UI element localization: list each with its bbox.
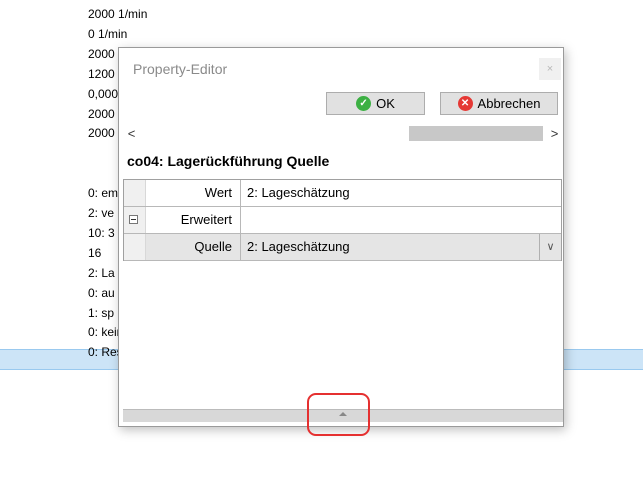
background-list-item[interactable]: 10: 3: [88, 224, 115, 242]
close-button[interactable]: ×: [539, 58, 561, 80]
background-list-item[interactable]: 2000 1/min: [88, 5, 147, 23]
row-gutter: [124, 207, 146, 233]
background-list-item[interactable]: 0 1/min: [88, 25, 127, 43]
background-list-item[interactable]: 2: ve: [88, 204, 114, 222]
quelle-dropdown[interactable]: 2: Lageschätzung ∨: [241, 234, 561, 260]
property-editor-dialog: Property-Editor × ✓ OK ✕ Abbrechen < > c…: [118, 47, 564, 427]
background-list-item[interactable]: 1: sp: [88, 304, 114, 322]
scroll-right-icon[interactable]: >: [546, 125, 563, 142]
background-list-item[interactable]: 2000: [88, 105, 115, 123]
row-gutter: [124, 180, 146, 206]
property-grid: Wert 2: Lageschätzung Erweitert Quelle 2…: [123, 179, 562, 261]
background-list-item[interactable]: 0: au: [88, 284, 115, 302]
collapse-icon[interactable]: [129, 215, 138, 224]
background-list-item[interactable]: 2000: [88, 45, 115, 63]
chevron-down-icon[interactable]: ∨: [539, 234, 561, 260]
background-list-item[interactable]: 0: em: [88, 184, 118, 202]
scroll-left-icon[interactable]: <: [123, 125, 140, 142]
background-list-item[interactable]: 16: [88, 244, 101, 262]
horizontal-scrollbar[interactable]: < >: [123, 125, 563, 142]
background-list-item[interactable]: 2000: [88, 124, 115, 142]
ok-label: OK: [376, 96, 395, 111]
property-row-quelle[interactable]: Quelle 2: Lageschätzung ∨: [124, 234, 561, 261]
cancel-label: Abbrechen: [477, 96, 541, 111]
property-label: Wert: [146, 180, 241, 206]
property-row-wert[interactable]: Wert 2: Lageschätzung: [124, 180, 561, 207]
property-title: co04: Lagerückführung Quelle: [127, 153, 330, 169]
cancel-button[interactable]: ✕ Abbrechen: [440, 92, 558, 115]
dialog-title: Property-Editor: [133, 61, 228, 77]
property-value[interactable]: 2: Lageschätzung: [241, 180, 561, 206]
property-value: [241, 207, 561, 233]
ok-button[interactable]: ✓ OK: [326, 92, 425, 115]
dropdown-value: 2: Lageschätzung: [247, 239, 350, 254]
property-label: Erweitert: [146, 207, 241, 233]
cancel-x-icon: ✕: [457, 96, 473, 111]
checkmark-icon: ✓: [356, 96, 372, 111]
background-list-item[interactable]: 1200: [88, 65, 115, 83]
background-list-item[interactable]: 0,000: [88, 85, 118, 103]
property-label: Quelle: [146, 234, 241, 260]
scrollbar-thumb[interactable]: [409, 126, 543, 141]
row-gutter: [124, 234, 146, 260]
red-highlight-circle: [307, 393, 370, 436]
background-list-item[interactable]: 2: La: [88, 264, 115, 282]
property-row-erweitert[interactable]: Erweitert: [124, 207, 561, 234]
